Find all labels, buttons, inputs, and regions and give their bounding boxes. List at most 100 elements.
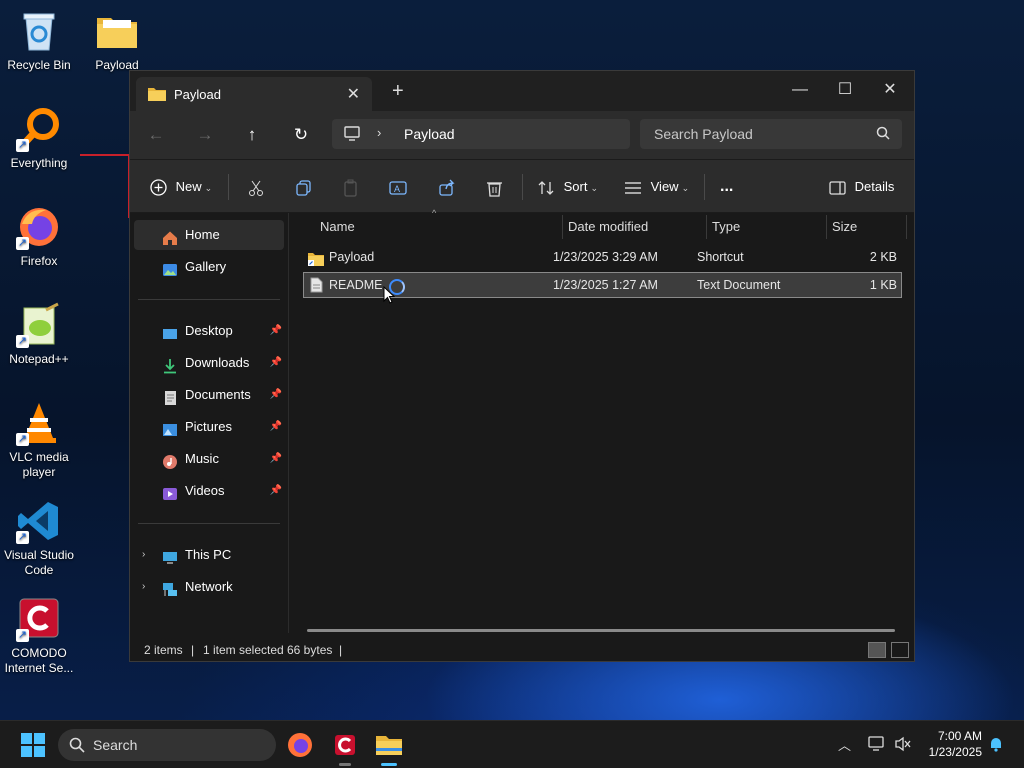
sidebar-item-this-pc[interactable]: › This PC bbox=[134, 540, 284, 570]
search-box[interactable]: Search Payload bbox=[640, 119, 902, 149]
sidebar-item-downloads[interactable]: Downloads 📌 bbox=[134, 348, 284, 378]
column-header-name[interactable]: Name bbox=[320, 213, 355, 241]
desktop-icon-everything[interactable]: ↗ Everything bbox=[0, 106, 78, 171]
horizontal-scrollbar[interactable] bbox=[307, 629, 895, 632]
sidebar-item-gallery[interactable]: Gallery bbox=[134, 252, 284, 282]
column-divider[interactable] bbox=[562, 215, 563, 239]
paste-button[interactable] bbox=[342, 173, 359, 201]
minimize-button[interactable]: — bbox=[778, 75, 822, 105]
chevron-down-icon: ⌄ bbox=[590, 183, 599, 193]
sidebar-item-home[interactable]: Home bbox=[134, 220, 284, 250]
file-size: 1 KB bbox=[869, 278, 897, 292]
notification-bell-icon[interactable] bbox=[988, 736, 1004, 755]
desktop-icon-recycle-bin[interactable]: Recycle Bin bbox=[0, 8, 78, 73]
svg-text:A: A bbox=[394, 184, 400, 194]
volume-muted-icon[interactable] bbox=[894, 736, 912, 755]
taskbar-comodo[interactable] bbox=[328, 728, 362, 766]
sidebar-item-network[interactable]: › Network bbox=[134, 572, 284, 602]
desktop-icon-firefox[interactable]: ↗ Firefox bbox=[0, 204, 78, 269]
text-file-icon bbox=[310, 277, 323, 301]
taskbar-file-explorer[interactable] bbox=[372, 728, 406, 766]
desktop-icon-vlc[interactable]: ↗ VLC media player bbox=[0, 400, 78, 480]
sidebar-item-label: Downloads bbox=[185, 355, 250, 370]
home-icon bbox=[162, 227, 178, 245]
details-pane-icon bbox=[829, 180, 846, 195]
sidebar-item-pictures[interactable]: Pictures 📌 bbox=[134, 412, 284, 442]
sidebar-divider bbox=[138, 299, 280, 300]
column-divider[interactable] bbox=[706, 215, 707, 239]
clock[interactable]: 7:00 AM 1/23/2025 bbox=[929, 728, 982, 760]
sidebar-item-music[interactable]: Music 📌 bbox=[134, 444, 284, 474]
taskbar: Search ︿ 7:00 AM 1/23/2025 bbox=[0, 720, 1024, 768]
new-button[interactable]: New ⌄ bbox=[150, 173, 212, 201]
column-header-type[interactable]: Type bbox=[712, 213, 740, 241]
address-bar[interactable]: › Payload bbox=[332, 119, 630, 149]
videos-icon bbox=[162, 483, 178, 500]
view-button[interactable]: View ⌄ bbox=[624, 173, 689, 201]
start-button[interactable] bbox=[16, 728, 50, 762]
file-explorer-window[interactable]: Payload ✕ + — ☐ ✕ ← → ↑ ↻ › Payload Sear… bbox=[129, 70, 915, 662]
show-hidden-icons-chevron[interactable]: ︿ bbox=[838, 735, 851, 754]
desktop-icon-label: Recycle Bin bbox=[7, 58, 71, 72]
navigation-pane: Home Gallery Desktop 📌 Downloads 📌 Docum… bbox=[130, 213, 289, 633]
more-options-button[interactable]: ... bbox=[720, 173, 733, 201]
taskbar-search[interactable]: Search bbox=[58, 729, 276, 761]
desktop-icon-comodo[interactable]: ↗ COMODO Internet Se... bbox=[0, 596, 78, 676]
tiles-view-button[interactable] bbox=[891, 642, 909, 658]
rename-button[interactable]: A bbox=[389, 173, 407, 201]
column-header-size[interactable]: Size bbox=[832, 213, 857, 241]
new-tab-button[interactable]: + bbox=[392, 80, 404, 103]
folder-icon bbox=[94, 8, 140, 54]
share-button[interactable] bbox=[438, 173, 456, 201]
maximize-button[interactable]: ☐ bbox=[823, 75, 867, 105]
close-tab-icon[interactable]: ✕ bbox=[347, 84, 360, 104]
sidebar-item-label: Music bbox=[185, 451, 219, 466]
back-button[interactable]: ← bbox=[142, 123, 170, 147]
refresh-button[interactable]: ↻ bbox=[287, 123, 315, 147]
sidebar-item-videos[interactable]: Videos 📌 bbox=[134, 476, 284, 506]
copy-button[interactable] bbox=[295, 173, 312, 201]
network-status-icon[interactable] bbox=[868, 736, 886, 755]
desktop-icon-vscode[interactable]: ↗ Visual Studio Code bbox=[0, 498, 78, 578]
monitor-icon bbox=[344, 126, 360, 146]
desktop-icon-label: Visual Studio Code bbox=[4, 548, 74, 577]
details-pane-button[interactable]: Details bbox=[829, 173, 894, 201]
forward-button[interactable]: → bbox=[191, 123, 219, 147]
cut-button[interactable] bbox=[247, 173, 265, 201]
sidebar-item-documents[interactable]: Documents 📌 bbox=[134, 380, 284, 410]
file-row-payload[interactable]: Payload 1/23/2025 3:29 AM Shortcut 2 KB bbox=[304, 245, 901, 269]
network-icon bbox=[162, 579, 178, 596]
mouse-cursor-icon bbox=[383, 285, 396, 309]
column-divider[interactable] bbox=[906, 215, 907, 239]
red-annotation-line bbox=[80, 154, 130, 156]
desktop-icon-payload[interactable]: Payload bbox=[78, 8, 156, 73]
chevron-right-icon[interactable]: › bbox=[142, 572, 145, 602]
trash-icon bbox=[487, 181, 502, 197]
tab-payload[interactable]: Payload ✕ bbox=[136, 77, 372, 111]
sidebar-divider bbox=[138, 523, 280, 524]
shortcut-arrow-icon: ↗ bbox=[16, 531, 29, 544]
desktop-icon-notepad-plus-plus[interactable]: ↗ Notepad++ bbox=[0, 302, 78, 367]
view-lines-icon bbox=[625, 181, 641, 194]
taskbar-firefox[interactable] bbox=[283, 728, 317, 762]
pin-icon: 📌 bbox=[269, 421, 282, 432]
notepad-plus-plus-icon: ↗ bbox=[16, 302, 62, 348]
sort-button[interactable]: Sort ⌄ bbox=[537, 173, 598, 201]
column-header-date-modified[interactable]: Date modified bbox=[568, 213, 648, 241]
clock-date: 1/23/2025 bbox=[928, 745, 982, 759]
column-divider[interactable] bbox=[826, 215, 827, 239]
sidebar-item-desktop[interactable]: Desktop 📌 bbox=[134, 316, 284, 346]
close-window-button[interactable]: ✕ bbox=[868, 75, 912, 105]
details-view-button[interactable] bbox=[868, 642, 886, 658]
chevron-right-icon[interactable]: › bbox=[377, 125, 381, 140]
plus-circle-icon bbox=[150, 179, 167, 196]
file-name: README bbox=[329, 278, 383, 292]
delete-button[interactable] bbox=[486, 173, 503, 201]
up-button[interactable]: ↑ bbox=[238, 123, 266, 147]
chevron-right-icon[interactable]: › bbox=[142, 540, 145, 570]
search-icon bbox=[876, 126, 890, 145]
file-date: 1/23/2025 3:29 AM bbox=[553, 250, 658, 264]
title-bar[interactable]: Payload ✕ + — ☐ ✕ bbox=[130, 71, 914, 111]
breadcrumb-payload[interactable]: Payload bbox=[404, 126, 455, 142]
tab-label: Payload bbox=[174, 87, 221, 102]
